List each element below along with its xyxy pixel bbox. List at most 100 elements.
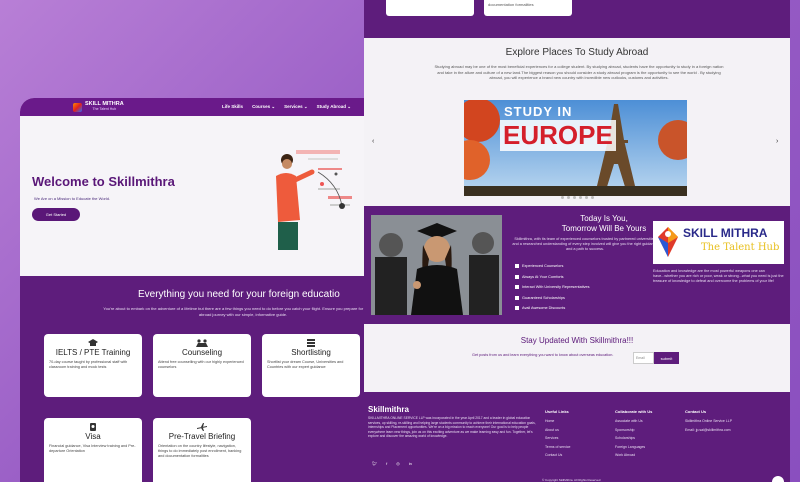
- logo-emblem-icon: [658, 227, 678, 257]
- hero-subtitle: We Are on a Mission to Educate the World…: [34, 196, 111, 201]
- menu-item-courses[interactable]: Courses ⌄: [252, 104, 275, 110]
- handshake-icon: [196, 338, 208, 347]
- email-input[interactable]: Email: [633, 352, 654, 364]
- footer-link[interactable]: Terms of service: [545, 445, 570, 454]
- passport-icon: [90, 422, 96, 431]
- carousel-indicators[interactable]: [561, 196, 594, 199]
- slide-heading: STUDY IN: [504, 104, 573, 119]
- services-description: You're about to embark on the adventure …: [103, 306, 365, 317]
- benefits-list: Experienced Counselors Always At Your Co…: [515, 261, 590, 314]
- list-item: Experienced Counselors: [515, 261, 590, 272]
- newsletter-title: Stay Updated With Skillmithra!!!: [520, 336, 634, 345]
- newsletter-description: Get posts from us and learn everything y…: [472, 353, 614, 357]
- carousel-next-arrow[interactable]: ›: [776, 138, 778, 145]
- main-menu: Life Skills Courses ⌄ Services ⌄ Study A…: [222, 104, 351, 110]
- home-page-preview: SKILL MITHRA The Talent Hub Life Skills …: [20, 98, 365, 482]
- today-description: Skillmithra, with its team of experience…: [512, 237, 658, 251]
- plane-icon: [197, 422, 207, 431]
- carousel-dot[interactable]: [561, 196, 564, 199]
- card-description: Attend free counselling with our highly …: [158, 360, 244, 369]
- card-bottom-fragment: [386, 0, 474, 16]
- footer-brand: Skillmithra: [368, 405, 409, 414]
- footer-about: SKILLMITHRA ONLINE SERVICE LLP was incor…: [368, 416, 536, 438]
- brand-tagline: The Talent Hub: [92, 107, 117, 111]
- footer-useful-links: Useful Links Home About us Services Term…: [545, 409, 570, 462]
- logo-mark-icon: [73, 102, 82, 112]
- footer-collaborate: Collaborate with Us Associate with Us Sp…: [615, 409, 652, 462]
- europe-slide[interactable]: STUDY IN EUROPE: [464, 100, 687, 196]
- logo-tagline: The Talent Hub: [701, 242, 780, 253]
- copyright: © Copyright SkillMithra. All Rights Rese…: [542, 478, 601, 482]
- graduate-photo: [371, 215, 502, 315]
- knowledge-quote: Education and knowledge are the most pow…: [653, 269, 784, 283]
- card-title: Counseling: [181, 348, 223, 357]
- footer-link[interactable]: Associate with Us: [615, 419, 652, 428]
- facebook-icon[interactable]: f: [386, 461, 387, 466]
- footer-link[interactable]: Work Abroad: [615, 453, 652, 462]
- card-description: Shortlist your dream Course, Universitie…: [267, 360, 344, 369]
- menu-item-services[interactable]: Services ⌄: [284, 104, 308, 110]
- list-icon: [307, 338, 315, 347]
- carousel-dot[interactable]: [579, 196, 582, 199]
- skill-mithra-logo-banner: SKILL MITHRA The Talent Hub: [653, 221, 784, 264]
- explore-section: Explore Places To Study Abroad Studying …: [364, 38, 790, 206]
- carousel-dot[interactable]: [585, 196, 588, 199]
- graduation-cap-icon: [88, 338, 98, 346]
- menu-item-life-skills[interactable]: Life Skills: [222, 104, 243, 110]
- today-is-you-section: Today Is You, Tomorrow Will Be Yours Ski…: [364, 206, 790, 324]
- instagram-icon[interactable]: ◎: [396, 461, 400, 466]
- list-item: Avail Awesome Discounts: [515, 303, 590, 314]
- footer-link[interactable]: About us: [545, 428, 570, 437]
- footer: Skillmithra SKILLMITHRA ONLINE SERVICE L…: [364, 392, 790, 482]
- list-item: Guaranteed Scholarships: [515, 293, 590, 304]
- twitter-icon[interactable]: 🐦︎: [372, 461, 377, 466]
- service-card-pre-travel[interactable]: Pre-Travel Briefing Orientation on the c…: [153, 418, 251, 482]
- list-item: Always At Your Comforts: [515, 272, 590, 283]
- service-card-counseling[interactable]: Counseling Attend free counselling with …: [153, 334, 251, 397]
- top-navbar: SKILL MITHRA The Talent Hub Life Skills …: [20, 98, 365, 116]
- card-title: Pre-Travel Briefing: [168, 432, 236, 441]
- card-bottom-fragment: documentation formalities: [484, 0, 572, 16]
- list-item: Interact With University Representatives: [515, 282, 590, 293]
- footer-link[interactable]: Home: [545, 419, 570, 428]
- footer-email[interactable]: Email: jp.sai@skillmithra.com: [685, 428, 732, 437]
- social-links: 🐦︎ f ◎ in: [372, 461, 412, 466]
- footer-link[interactable]: Foreign Languages: [615, 445, 652, 454]
- carousel-dot[interactable]: [591, 196, 594, 199]
- menu-item-study-abroad[interactable]: Study Abroad ⌄: [317, 104, 351, 110]
- footer-link[interactable]: Contact Us: [545, 453, 570, 462]
- services-title: Everything you need for your foreign edu…: [138, 289, 340, 300]
- man-with-presentation-illustration: [276, 150, 352, 250]
- card-description: Orientation on the country lifestyle, na…: [158, 444, 242, 458]
- chat-widget-icon[interactable]: [772, 476, 784, 482]
- slide-title: EUROPE: [500, 120, 616, 151]
- explore-description: Studying abroad may be one of the most b…: [434, 64, 724, 80]
- card-title: Shortlisting: [291, 348, 331, 357]
- footer-link[interactable]: Services: [545, 436, 570, 445]
- top-purple-band: documentation formalities: [364, 0, 790, 38]
- hero-section: Welcome to Skillmithra We Are on a Missi…: [20, 116, 365, 276]
- card-description: Financial guidance, Visa Interview train…: [49, 444, 136, 453]
- footer-link[interactable]: Sponsorship: [615, 428, 652, 437]
- card-title: IELTS / PTE Training: [55, 348, 131, 357]
- footer-company: Skillmithra Online Service LLP: [685, 419, 733, 423]
- hero-title: Welcome to Skillmithra: [32, 174, 175, 189]
- card-description: 70-day course taught by professional sta…: [49, 360, 128, 369]
- service-card-ielts[interactable]: IELTS / PTE Training 70-day course taugh…: [44, 334, 142, 397]
- service-card-shortlisting[interactable]: Shortlisting Shortlist your dream Course…: [262, 334, 360, 397]
- carousel-dot[interactable]: [567, 196, 570, 199]
- carousel-dot[interactable]: [573, 196, 576, 199]
- carousel-prev-arrow[interactable]: ‹: [372, 138, 374, 145]
- footer-link[interactable]: Scholarships: [615, 436, 652, 445]
- newsletter-section: Stay Updated With Skillmithra!!! Get pos…: [364, 324, 790, 392]
- get-started-button[interactable]: Get Started: [32, 208, 80, 221]
- card-title: Visa: [85, 432, 101, 441]
- linkedin-icon[interactable]: in: [409, 461, 412, 466]
- services-section: Everything you need for your foreign edu…: [20, 276, 365, 482]
- logo-title: SKILL MITHRA: [683, 226, 768, 240]
- service-card-visa[interactable]: Visa Financial guidance, Visa Interview …: [44, 418, 142, 482]
- brand-logo[interactable]: SKILL MITHRA The Talent Hub: [73, 101, 124, 112]
- explore-title: Explore Places To Study Abroad: [505, 47, 649, 58]
- study-abroad-page-preview: documentation formalities Explore Places…: [364, 0, 790, 482]
- submit-button[interactable]: submit: [654, 352, 679, 364]
